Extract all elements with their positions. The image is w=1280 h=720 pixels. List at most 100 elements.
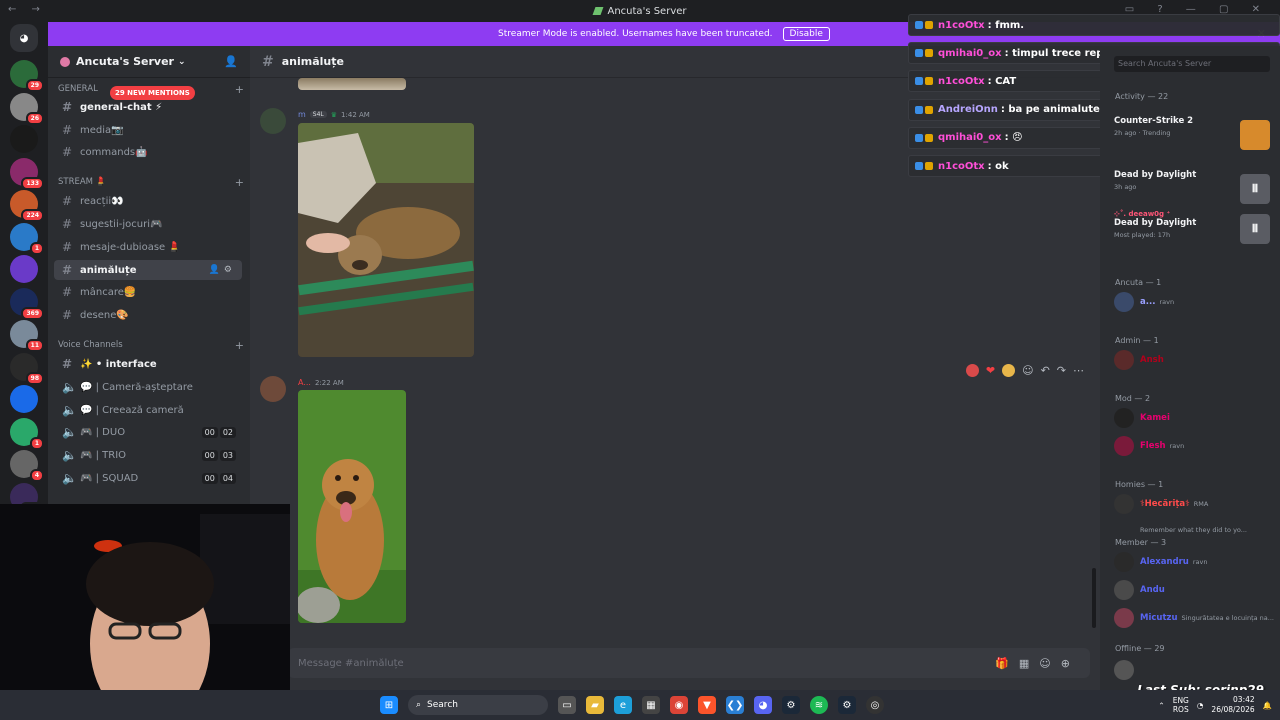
user-count: 00 04 (201, 472, 236, 484)
wifi-icon[interactable]: ◔ (1197, 701, 1204, 710)
hash-icon: # (62, 240, 73, 254)
channel-settings-icon[interactable]: 👤⚙ (209, 265, 236, 275)
member-row[interactable]: Andu (1114, 578, 1274, 602)
server-icon[interactable]: 26 (10, 92, 44, 125)
channel-animalute[interactable]: # animăluțe 👤⚙ (54, 260, 242, 280)
channel-sugestii-jocuri[interactable]: # sugestii-jocuri🎮 (54, 214, 242, 234)
add-reaction-icon[interactable]: ☺ (1022, 364, 1033, 377)
chrome-icon[interactable]: ◉ (670, 696, 688, 714)
category-voice[interactable]: Voice Channels + (58, 338, 244, 352)
server-icon[interactable]: 29 (10, 60, 44, 92)
attachment-image-dog2[interactable] (298, 390, 406, 623)
category-stream[interactable]: STREAM 💄 + (58, 175, 244, 189)
vscode-icon[interactable]: ❮❯ (726, 696, 744, 714)
scrollbar[interactable] (1092, 568, 1096, 628)
server-header[interactable]: Ancuta's Server ⌄ 👤 (48, 46, 250, 78)
language-indicator[interactable]: ENG ROS (1173, 696, 1189, 714)
server-icon[interactable]: 1 (10, 417, 44, 450)
forward-icon[interactable]: ↷ (1057, 364, 1066, 377)
channel-general-chat[interactable]: # general-chat ⚡ (54, 97, 242, 117)
voice-channel-asteptare[interactable]: 🔈 💬 | Cameră-așteptare (54, 377, 242, 397)
more-options-icon[interactable]: ⋯ (1073, 364, 1084, 377)
activity-card[interactable]: Dead by Daylight 3h ago 𝍫 (1114, 170, 1274, 214)
add-channel-icon[interactable]: + (235, 83, 244, 96)
avatar (1114, 660, 1134, 680)
attachment-image-prev[interactable] (298, 78, 406, 90)
add-channel-icon[interactable]: + (235, 339, 244, 352)
avatar[interactable] (260, 108, 286, 134)
channel-label: mâncare🍔 (80, 286, 137, 298)
voice-channel-trio[interactable]: 🔈 🎮 | TRIO 00 03 (54, 445, 242, 465)
channel-desene[interactable]: # desene🎨 (54, 305, 242, 325)
steam-icon-2[interactable]: ⚙ (838, 696, 856, 714)
channel-mancare[interactable]: # mâncare🍔 (54, 282, 242, 302)
message-composer[interactable]: Message #animăluțe 🎁▦☺⊕ (288, 648, 1090, 678)
obs-icon[interactable]: ◎ (866, 696, 884, 714)
member-offline[interactable] (1114, 658, 1274, 682)
member-name: a... (1140, 297, 1156, 307)
server-icon[interactable]: 133 (10, 157, 44, 190)
member-row[interactable]: Flesh ravn (1114, 434, 1274, 458)
channel-interface[interactable]: # ✨ • interface (54, 354, 242, 374)
channel-reactii[interactable]: # reacții👀 (54, 191, 242, 211)
search-input[interactable]: Search Ancuta's Server (1114, 56, 1270, 72)
member-name: Kamei (1140, 413, 1170, 423)
server-icon[interactable]: 369 (10, 287, 44, 320)
laugh-reaction-icon[interactable] (1002, 364, 1016, 377)
member-row[interactable]: Alexandru ravn (1114, 550, 1274, 574)
clock[interactable]: 03:42 26/08/2026 (1211, 695, 1254, 715)
heart-reaction-icon[interactable]: ❤ (986, 364, 995, 377)
server-icon[interactable]: 98 (10, 352, 44, 385)
voice-channel-duo[interactable]: 🔈 🎮 | DUO 00 02 (54, 422, 242, 442)
disable-button[interactable]: Disable (782, 27, 830, 41)
activity-card[interactable]: ⊹˚. deeaw0g ⁺ Dead by Daylight Most play… (1114, 210, 1274, 260)
badge-icon: ♛ (330, 110, 338, 119)
discord-icon[interactable]: ◕ (754, 696, 772, 714)
server-icon[interactable]: 1 (10, 222, 44, 255)
taskbar-search[interactable]: ⌕ Search (408, 695, 548, 715)
composer-placeholder: Message #animăluțe (298, 657, 404, 669)
notification-icon[interactable]: 🔔 (1263, 701, 1272, 710)
member-row[interactable]: Ansh (1114, 348, 1274, 372)
server-icon[interactable] (10, 385, 38, 413)
member-row[interactable]: Kamei (1114, 406, 1274, 430)
nav-arrows-icon[interactable]: ← → (8, 4, 46, 15)
add-user-icon[interactable]: 👤 (224, 55, 238, 68)
server-icon[interactable]: 4 (10, 450, 44, 482)
author-name[interactable]: A... (298, 378, 311, 387)
reaction-emoji-icon[interactable] (965, 364, 979, 377)
member-group-header: Admin — 1 (1115, 336, 1159, 345)
activity-card[interactable]: Counter-Strike 2 2h ago · Trending (1114, 116, 1274, 160)
server-icon[interactable] (10, 125, 38, 153)
voice-channel-creeaza[interactable]: 🔈 💬 | Creează cameră (54, 400, 242, 420)
member-name: ⚕Hecărița⚕ (1140, 499, 1190, 509)
store-icon[interactable]: ▦ (642, 696, 660, 714)
channel-label: commands🤖 (80, 146, 148, 158)
task-view-icon[interactable]: ▭ (558, 696, 576, 714)
attachment-image-dog1[interactable] (298, 123, 474, 357)
spotify-icon[interactable]: ≋ (810, 696, 828, 714)
server-icon[interactable]: 11 (10, 320, 44, 352)
server-icon[interactable] (10, 255, 38, 283)
author-name[interactable]: m (298, 110, 306, 119)
channel-commands[interactable]: # commands🤖 (54, 142, 242, 162)
channel-media[interactable]: # media📷 (54, 120, 242, 140)
server-icon[interactable]: 224 (10, 190, 44, 222)
avatar[interactable] (260, 376, 286, 402)
start-icon[interactable]: ⊞ (380, 696, 398, 714)
voice-channel-squad[interactable]: 🔈 🎮 | SQUAD 00 04 (54, 468, 242, 488)
member-row[interactable]: a... ravn (1114, 290, 1274, 314)
member-row[interactable]: Micutzu Singurătatea e locuința na... (1114, 606, 1274, 630)
add-channel-icon[interactable]: + (235, 176, 244, 189)
brave-icon[interactable]: ▼ (698, 696, 716, 714)
edge-icon[interactable]: e (614, 696, 632, 714)
composer-tools-icon[interactable]: 🎁▦☺⊕ (995, 657, 1080, 670)
reply-icon[interactable]: ↶ (1041, 364, 1050, 377)
overlay-message: : fmm. (987, 19, 1025, 31)
discord-home-icon[interactable]: ◕ (10, 24, 38, 52)
member-row[interactable]: ⚕Hecărița⚕ RMA (1114, 492, 1274, 516)
steam-icon[interactable]: ⚙ (782, 696, 800, 714)
channel-mesaje-dubioase[interactable]: # mesaje-dubioase 💄 (54, 237, 242, 257)
chevron-up-icon[interactable]: ⌃ (1158, 701, 1164, 710)
file-explorer-icon[interactable]: ▰ (586, 696, 604, 714)
